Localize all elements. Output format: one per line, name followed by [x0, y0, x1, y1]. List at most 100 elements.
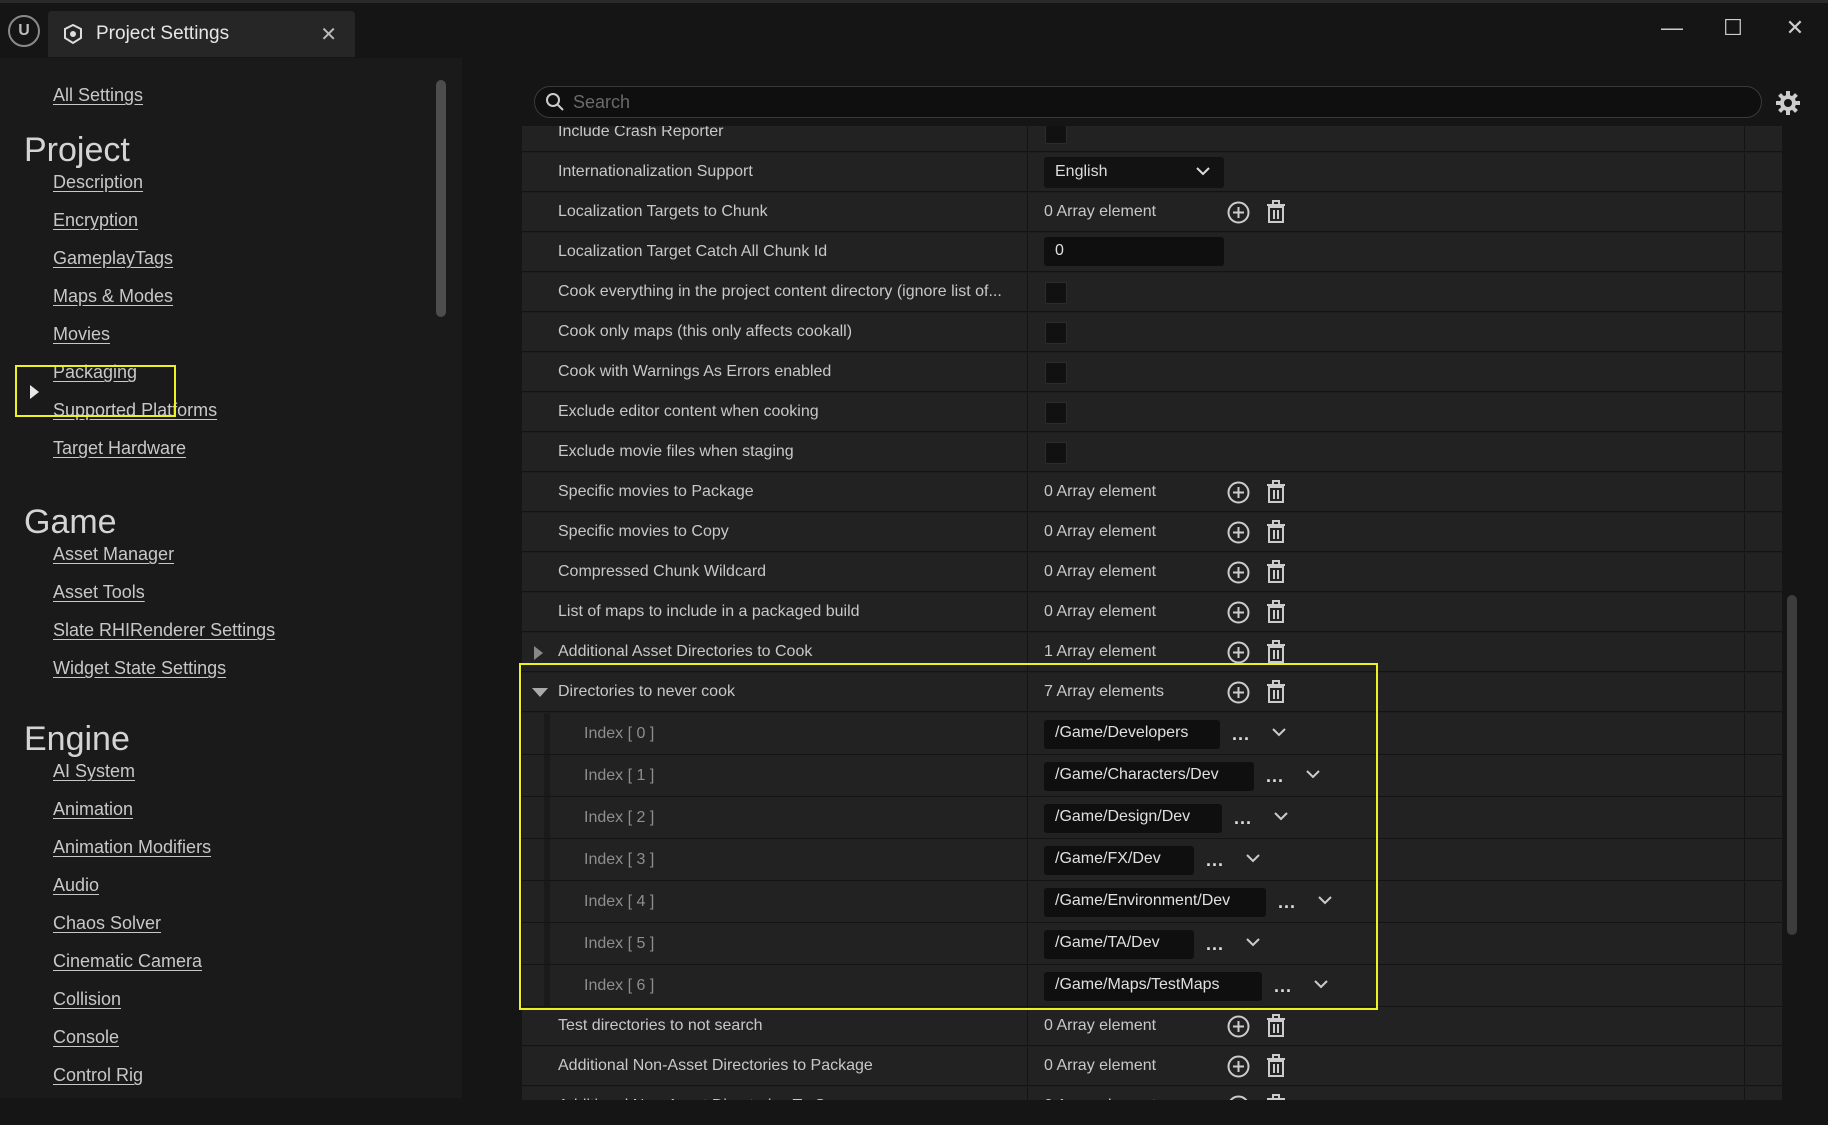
index-label: Index [ 5 ] [584, 935, 655, 952]
browse-button[interactable]: ... [1266, 767, 1284, 785]
column-divider [1027, 553, 1028, 591]
nav-item[interactable]: Encryption [53, 210, 138, 231]
column-divider [1027, 713, 1028, 754]
trash-icon[interactable] [1265, 520, 1287, 544]
chevron-down-icon[interactable] [1274, 812, 1288, 821]
path-field[interactable]: /Game/Maps/TestMaps [1044, 972, 1262, 1001]
nav-item[interactable]: Animation [53, 799, 133, 820]
collapse-arrow-icon[interactable] [532, 688, 548, 697]
add-element-icon[interactable] [1227, 601, 1250, 624]
browse-button[interactable]: ... [1206, 935, 1224, 953]
column-divider [1744, 633, 1745, 671]
nav-item[interactable]: Widget State Settings [53, 658, 226, 679]
path-field[interactable]: /Game/Design/Dev [1044, 804, 1222, 833]
path-field[interactable]: /Game/TA/Dev [1044, 930, 1194, 959]
property-row: Cook only maps (this only affects cookal… [522, 313, 1782, 352]
add-element-icon[interactable] [1227, 521, 1250, 544]
browse-button[interactable]: ... [1232, 725, 1250, 743]
nav-item[interactable]: Description [53, 172, 143, 193]
property-checkbox[interactable] [1045, 362, 1067, 384]
chevron-down-icon [1196, 167, 1210, 176]
nav-item[interactable]: Target Hardware [53, 438, 186, 459]
nav-item[interactable]: Console [53, 1027, 119, 1048]
property-row: Directories to never cook 7 Array element… [522, 673, 1782, 712]
path-field[interactable]: /Game/Developers [1044, 720, 1220, 749]
chevron-down-icon[interactable] [1314, 980, 1328, 989]
column-divider [1744, 473, 1745, 511]
details-scrollbar[interactable] [1787, 595, 1797, 935]
gear-icon[interactable] [1774, 89, 1802, 117]
browse-button[interactable]: ... [1278, 893, 1296, 911]
trash-icon[interactable] [1265, 680, 1287, 704]
nav-item[interactable]: Animation Modifiers [53, 837, 211, 858]
expand-arrow-icon[interactable] [30, 385, 39, 399]
property-checkbox[interactable] [1045, 442, 1067, 464]
add-element-icon[interactable] [1227, 681, 1250, 704]
add-element-icon[interactable] [1227, 481, 1250, 504]
chevron-down-icon[interactable] [1246, 938, 1260, 947]
unreal-logo-icon[interactable]: U [8, 15, 40, 47]
trash-icon[interactable] [1265, 560, 1287, 584]
property-checkbox[interactable] [1045, 282, 1067, 304]
nav-item[interactable]: Maps & Modes [53, 286, 173, 307]
property-checkbox[interactable] [1045, 126, 1067, 144]
column-divider [1027, 1007, 1028, 1045]
expand-arrow-icon[interactable] [534, 646, 543, 660]
array-index-row: Index [ 4 ] /Game/Environment/Dev... [522, 881, 1782, 923]
nav-item[interactable]: AI System [53, 761, 135, 782]
chevron-down-icon[interactable] [1272, 728, 1286, 737]
search-input[interactable] [573, 90, 1723, 114]
add-element-icon[interactable] [1227, 641, 1250, 664]
chevron-down-icon[interactable] [1246, 854, 1260, 863]
search-bar [534, 86, 1762, 118]
browse-button[interactable]: ... [1274, 977, 1292, 995]
language-dropdown[interactable]: English [1044, 157, 1224, 188]
nav-item[interactable]: Slate RHIRenderer Settings [53, 620, 275, 641]
trash-icon[interactable] [1265, 200, 1287, 224]
tab-close-button[interactable]: ✕ [320, 22, 337, 47]
browse-button[interactable]: ... [1234, 809, 1252, 827]
chevron-down-icon[interactable] [1306, 770, 1320, 779]
browse-button[interactable]: ... [1206, 851, 1224, 869]
property-label: Cook everything in the project content d… [558, 283, 1002, 300]
minimize-button[interactable]: — [1654, 13, 1690, 43]
nav-item[interactable]: Control Rig [53, 1065, 143, 1086]
column-divider [1027, 513, 1028, 551]
nav-item[interactable]: Asset Tools [53, 582, 145, 603]
add-element-icon[interactable] [1227, 201, 1250, 224]
add-element-icon[interactable] [1227, 1055, 1250, 1078]
close-window-button[interactable]: ✕ [1777, 13, 1813, 43]
nav-scrollbar[interactable] [436, 80, 446, 317]
property-row: Specific movies to Copy 0 Array element [522, 513, 1782, 552]
tab-project-settings[interactable]: Project Settings ✕ [48, 11, 355, 57]
nav-item[interactable]: Audio [53, 875, 99, 896]
path-field[interactable]: /Game/Environment/Dev [1044, 888, 1266, 917]
trash-icon[interactable] [1265, 600, 1287, 624]
property-label: Additional Asset Directories to Cook [558, 643, 813, 660]
chevron-down-icon[interactable] [1318, 896, 1332, 905]
nav-item[interactable]: Cinematic Camera [53, 951, 202, 972]
path-field[interactable]: /Game/FX/Dev [1044, 846, 1194, 875]
nav-item[interactable]: Asset Manager [53, 544, 174, 565]
property-checkbox[interactable] [1045, 402, 1067, 424]
number-field[interactable]: 0 [1044, 237, 1224, 266]
trash-icon[interactable] [1265, 1094, 1287, 1100]
trash-icon[interactable] [1265, 640, 1287, 664]
nav-item[interactable]: Movies [53, 324, 110, 345]
trash-icon[interactable] [1265, 480, 1287, 504]
nav-item-all-settings[interactable]: All Settings [53, 85, 143, 106]
add-element-icon[interactable] [1227, 1095, 1250, 1100]
path-field[interactable]: /Game/Characters/Dev [1044, 762, 1254, 791]
add-element-icon[interactable] [1227, 561, 1250, 584]
trash-icon[interactable] [1265, 1014, 1287, 1038]
trash-icon[interactable] [1265, 1054, 1287, 1078]
maximize-button[interactable]: ☐ [1715, 13, 1751, 43]
property-checkbox[interactable] [1045, 322, 1067, 344]
nav-item[interactable]: Collision [53, 989, 121, 1010]
add-element-icon[interactable] [1227, 1015, 1250, 1038]
column-divider [1744, 965, 1745, 1006]
nav-item[interactable]: Chaos Solver [53, 913, 161, 934]
nav-item[interactable]: GameplayTags [53, 248, 173, 269]
column-divider [1744, 433, 1745, 471]
index-label: Index [ 6 ] [584, 977, 655, 994]
